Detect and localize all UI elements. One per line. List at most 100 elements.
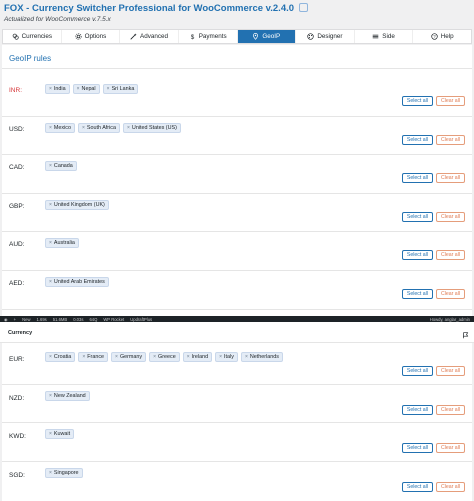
country-select[interactable]: × Canada <box>45 161 415 172</box>
select-all-button[interactable]: Select all <box>401 173 433 184</box>
remove-tag-icon[interactable]: × <box>245 354 248 360</box>
remove-tag-icon[interactable]: × <box>49 86 52 92</box>
country-tag[interactable]: × Australia <box>45 238 79 249</box>
country-select[interactable]: × United Arab Emirates <box>45 277 415 288</box>
tab-designer[interactable]: Designer <box>296 30 355 43</box>
remove-tag-icon[interactable]: × <box>49 202 52 208</box>
currency-subheader: Currency Activity <box>0 322 474 349</box>
tab-options[interactable]: Options <box>62 30 121 43</box>
panel-title: GeoIP rules <box>2 45 472 69</box>
country-tag[interactable]: × Greece <box>149 352 180 362</box>
remove-tag-icon[interactable]: × <box>219 354 222 360</box>
country-tag[interactable]: × Ireland <box>182 352 213 362</box>
select-all-button[interactable]: Select all <box>401 289 433 299</box>
select-all-button[interactable]: Select all <box>401 404 433 415</box>
remove-tag-icon[interactable]: × <box>187 354 190 360</box>
select-all-button[interactable]: Select all <box>401 134 433 145</box>
country-tag[interactable]: × Singapore <box>45 467 83 478</box>
country-name: Croatia <box>53 354 72 360</box>
adminbar-item[interactable]: New <box>22 317 30 322</box>
adminbar-item[interactable]: 1.69s <box>37 317 47 322</box>
country-select[interactable]: × India × Nepal × Sri Lanka <box>45 84 415 95</box>
select-all-button[interactable]: Select all <box>401 211 433 222</box>
tab-geoip[interactable]: GeoIP <box>237 30 297 43</box>
country-tag[interactable]: × France <box>78 352 109 362</box>
clear-all-button[interactable]: Clear all <box>435 366 465 376</box>
country-tag[interactable]: × Canada <box>45 161 77 172</box>
country-tag[interactable]: × Mexico <box>45 122 75 133</box>
country-select[interactable]: × United Kingdom (UK) <box>45 199 415 211</box>
country-tag[interactable]: × India <box>45 84 70 94</box>
adminbar-item[interactable]: 0.03s <box>73 317 83 322</box>
tab-advanced[interactable]: Advanced <box>120 30 179 43</box>
tab-label: GeoIP <box>262 33 281 40</box>
select-all-button[interactable]: Select all <box>401 366 433 376</box>
select-all-button[interactable]: Select all <box>401 443 433 453</box>
remove-tag-icon[interactable]: × <box>115 354 118 360</box>
adminbar-item[interactable]: UpdraftPlus <box>130 317 152 322</box>
remove-tag-icon[interactable]: × <box>49 431 52 437</box>
country-tag[interactable]: × Netherlands <box>240 352 283 362</box>
plugin-title: FOX - Currency Switcher Professional for… <box>4 3 470 14</box>
adminbar-account[interactable]: Howdy, anglar_admin <box>430 317 470 322</box>
clear-all-button[interactable]: Clear all <box>435 134 465 145</box>
select-all-button[interactable]: Select all <box>401 481 433 492</box>
remove-tag-icon[interactable]: × <box>49 163 52 169</box>
country-tag[interactable]: × Italy <box>215 352 238 362</box>
country-tag[interactable]: × United Arab Emirates <box>45 277 109 287</box>
tab-label: Help <box>440 33 454 40</box>
adminbar-item[interactable]: 64Q <box>89 317 97 322</box>
country-tag[interactable]: × Croatia <box>45 352 76 362</box>
geoip-rule-row: AED: × United Arab Emirates Select all Clear… <box>2 271 472 310</box>
country-tag[interactable]: × Germany <box>111 352 147 362</box>
remove-tag-icon[interactable]: × <box>49 240 52 246</box>
country-tag[interactable]: × United States (US) <box>123 122 181 133</box>
wordpress-logo-icon[interactable]: ◉ <box>4 317 8 322</box>
clear-all-button[interactable]: Clear all <box>435 173 465 184</box>
country-select[interactable]: × Singapore <box>45 467 415 479</box>
remove-tag-icon[interactable]: × <box>49 393 52 399</box>
country-tag[interactable]: × Sri Lanka <box>102 84 139 94</box>
country-select[interactable]: × Kuwait <box>45 429 415 440</box>
adminbar-item[interactable]: 51.6MB <box>53 317 67 322</box>
remove-tag-icon[interactable]: × <box>49 125 52 131</box>
select-all-button[interactable]: Select all <box>401 96 433 106</box>
country-select[interactable]: × Mexico × South Africa × United States (US) <box>45 122 415 134</box>
tab-side[interactable]: Side <box>355 30 414 43</box>
remove-tag-icon[interactable]: × <box>107 86 110 92</box>
remove-tag-icon[interactable]: × <box>49 354 52 360</box>
remove-tag-icon[interactable]: × <box>77 86 80 92</box>
adminbar-item[interactable]: WP Rocket <box>103 317 124 322</box>
currency-code: NZD: <box>9 394 25 402</box>
country-name: Nepal <box>81 86 96 92</box>
currency-code: CAD: <box>9 164 25 172</box>
clear-all-button[interactable]: Clear all <box>435 96 465 106</box>
country-tag[interactable]: × South Africa <box>78 122 120 133</box>
select-all-button[interactable]: Select all <box>401 250 433 261</box>
clear-all-button[interactable]: Clear all <box>435 481 465 492</box>
clear-all-button[interactable]: Clear all <box>435 250 465 261</box>
tab-help[interactable]: ? Help <box>413 30 471 43</box>
remove-tag-icon[interactable]: × <box>153 354 156 360</box>
remove-tag-icon[interactable]: × <box>49 470 52 476</box>
country-select[interactable]: × Australia <box>45 238 415 249</box>
geoip-rule-row: NZD: × New Zealand Select all Clear all <box>2 384 472 423</box>
country-select[interactable]: × Croatia × France × Germany × Greece × Ireland × I… <box>45 352 415 363</box>
clear-all-button[interactable]: Clear all <box>435 404 465 415</box>
geoip-rule-row: USD: × Mexico × South Africa × United States (… <box>2 116 472 156</box>
remove-tag-icon[interactable]: × <box>82 125 85 131</box>
clear-all-button[interactable]: Clear all <box>435 443 465 453</box>
remove-tag-icon[interactable]: × <box>82 354 85 360</box>
geoip-panel: GeoIP rules INR: × India × Nepal × Sri Lanka Se… <box>2 45 472 316</box>
country-tag[interactable]: × United Kingdom (UK) <box>45 199 109 210</box>
country-tag[interactable]: × Kuwait <box>45 429 75 439</box>
country-tag[interactable]: × Nepal <box>72 84 100 94</box>
country-tag[interactable]: × New Zealand <box>45 390 90 401</box>
remove-tag-icon[interactable]: × <box>49 279 52 285</box>
tab-currencies[interactable]: Currencies <box>3 30 62 43</box>
clear-all-button[interactable]: Clear all <box>435 211 465 222</box>
tab-payments[interactable]: $ Payments <box>179 30 238 43</box>
remove-tag-icon[interactable]: × <box>127 125 130 131</box>
clear-all-button[interactable]: Clear all <box>435 289 465 299</box>
country-select[interactable]: × New Zealand <box>45 390 415 402</box>
